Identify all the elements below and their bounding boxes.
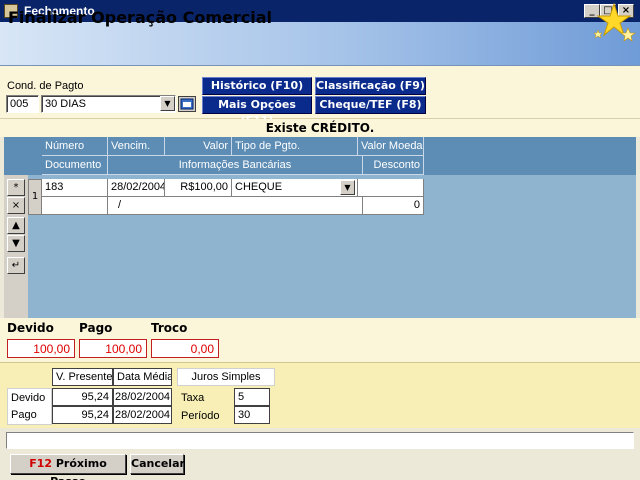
chevron-down-icon[interactable]: ▼	[340, 180, 355, 195]
cancelar-button[interactable]: Cancelar	[130, 454, 185, 474]
col-vencim: Vencim.	[108, 137, 165, 156]
insert-row-button[interactable]: *	[7, 179, 25, 196]
col-documento: Documento	[42, 156, 108, 175]
calc-row-labels: Devido Pago	[7, 388, 52, 425]
cell-valor-moeda[interactable]	[358, 179, 424, 197]
devido-vpresente: 95,24	[52, 388, 113, 406]
cond-pagto-select[interactable]: 30 DIAS	[41, 95, 176, 113]
cheque-tef-button[interactable]: Cheque/TEF (F8)	[315, 96, 426, 114]
proximo-passo-label: Próximo Passo	[50, 457, 107, 480]
col-desconto: Desconto	[363, 156, 424, 175]
return-icon: ↵	[11, 260, 21, 271]
calendar-icon	[180, 98, 194, 110]
col-v-presente: V. Presente	[52, 368, 113, 386]
credit-banner: Existe CRÉDITO.	[0, 119, 640, 137]
classificacao-button[interactable]: Classificação (F9)	[315, 77, 426, 95]
periodo-label: Período	[181, 410, 220, 422]
devido-value: 100,00	[7, 339, 75, 358]
devido-datamedia: 28/02/2004	[113, 388, 172, 406]
juros-simples-label: Juros Simples	[177, 368, 275, 386]
status-field	[6, 432, 634, 449]
col-valor: Valor	[165, 137, 232, 156]
asterisk-icon: *	[13, 182, 19, 193]
delete-icon: ×	[11, 200, 21, 211]
proximo-key-hint: F12	[29, 457, 53, 470]
page-title: Finalizar Operação Comercial	[8, 8, 272, 27]
col-valor-moeda: Valor Moeda	[358, 137, 424, 156]
pago-value: 100,00	[79, 339, 147, 358]
row-index[interactable]: 1	[28, 179, 42, 215]
chevron-down-icon[interactable]: ▼	[160, 96, 175, 111]
mais-opcoes-button[interactable]: Mais Opções (F11)	[202, 96, 312, 127]
cond-pagto-label: Cond. de Pagto	[7, 80, 84, 92]
move-up-button[interactable]: ▲	[7, 217, 25, 234]
move-down-button[interactable]: ▼	[7, 235, 25, 252]
cond-pagto-selected-value: 30 DIAS	[45, 98, 86, 110]
calc-pago-label: Pago	[11, 409, 37, 421]
pago-vpresente: 95,24	[52, 406, 113, 424]
periodo-field[interactable]: 30	[234, 406, 270, 424]
col-tipo-pgto: Tipo de Pgto.	[232, 137, 358, 156]
tipo-pgto-value: CHEQUE	[235, 181, 283, 193]
devido-label: Devido	[7, 321, 54, 335]
troco-label: Troco	[151, 321, 188, 335]
cell-numero[interactable]: 183	[42, 179, 108, 197]
cell-valor[interactable]: R$100,00	[165, 179, 232, 197]
taxa-field[interactable]: 5	[234, 388, 270, 406]
calc-devido-label: Devido	[11, 392, 46, 404]
calendar-lookup-button[interactable]	[178, 96, 196, 112]
col-data-media: Data Média	[113, 368, 172, 386]
historico-button[interactable]: Histórico (F10)	[202, 77, 312, 95]
cell-documento[interactable]	[42, 197, 108, 215]
cell-info-bancarias[interactable]: /	[108, 197, 363, 215]
cond-pagto-code-field[interactable]: 005	[6, 95, 39, 113]
proximo-passo-button[interactable]: F12 Próximo Passo	[10, 454, 126, 480]
taxa-label: Taxa	[181, 392, 205, 404]
return-button[interactable]: ↵	[7, 257, 25, 274]
stars-logo-icon	[593, 2, 636, 42]
col-numero: Número	[42, 137, 108, 156]
arrow-down-icon: ▼	[12, 238, 20, 249]
col-info-bancarias: Informações Bancárias	[108, 156, 363, 175]
pago-label: Pago	[79, 321, 113, 335]
delete-row-button[interactable]: ×	[7, 197, 25, 214]
troco-value: 0,00	[151, 339, 219, 358]
header-band	[0, 22, 640, 66]
cell-vencim[interactable]: 28/02/2004	[108, 179, 165, 197]
arrow-up-icon: ▲	[12, 220, 20, 231]
pago-datamedia: 28/02/2004	[113, 406, 172, 424]
cell-desconto[interactable]: 0	[363, 197, 424, 215]
